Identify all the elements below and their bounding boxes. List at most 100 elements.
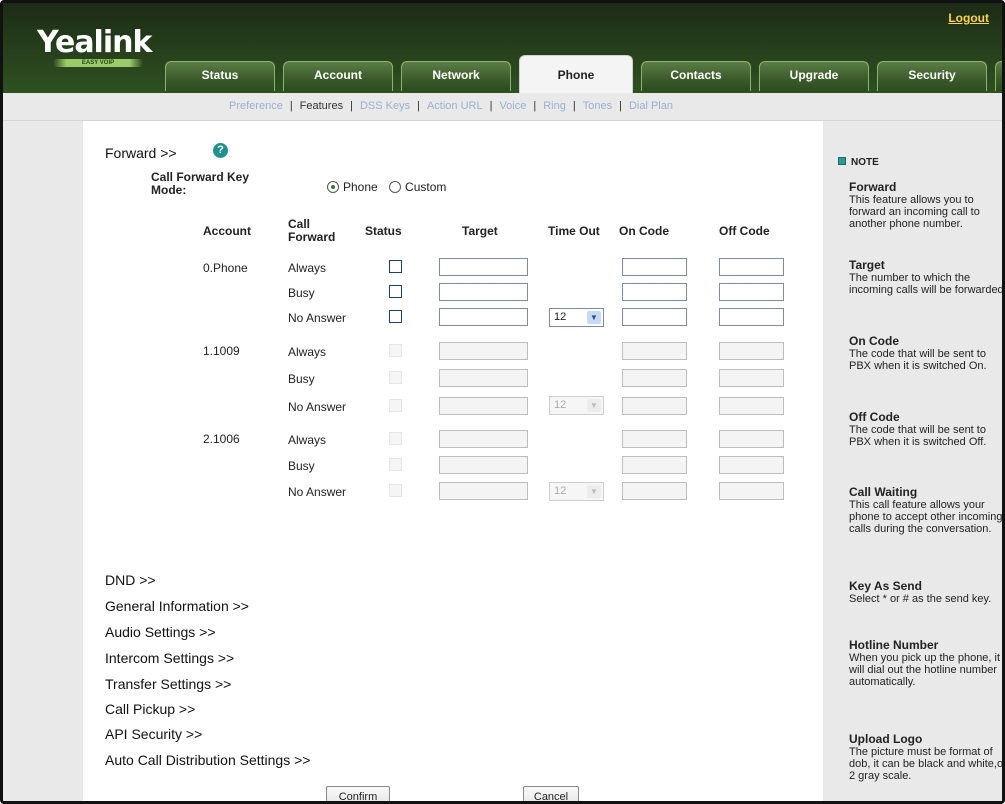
tab-network[interactable]: Network (401, 61, 511, 91)
browser-frame: Yealink EASY VOIP Logout Status Account … (0, 0, 1005, 804)
col-off-code: Off Code (719, 224, 770, 238)
sub-navigation: Preference | Features | DSS Keys | Action URL |… (3, 93, 1002, 121)
note-forward: Forward This feature allows you to forwar… (849, 180, 980, 231)
section-intercom-settings[interactable]: Intercom Settings >> (105, 650, 234, 666)
radio-phone[interactable] (327, 181, 339, 193)
status-checkbox[interactable] (389, 310, 402, 323)
account-name: 0.Phone (203, 261, 248, 275)
tab-contacts[interactable]: Contacts (641, 61, 751, 91)
off-code-input[interactable] (719, 456, 784, 474)
section-dnd[interactable]: DND >> (105, 572, 156, 588)
subnav-dial-plan[interactable]: Dial Plan (629, 100, 673, 112)
note-upload-logo: Upload Logo The picture must be format of… (849, 732, 1005, 783)
note-target: Target The number to which the incoming c… (849, 258, 1005, 297)
target-input[interactable] (439, 430, 528, 448)
subnav-preference[interactable]: Preference (229, 100, 283, 112)
forward-type-label: Busy (288, 372, 315, 386)
section-general-information[interactable]: General Information >> (105, 598, 249, 614)
chevron-down-icon: ▼ (587, 311, 601, 324)
account-name: 1.1009 (203, 344, 240, 358)
note-off-code: Off Code The code that will be sent to PB… (849, 410, 987, 449)
on-code-input[interactable] (622, 308, 687, 326)
chevron-down-icon: ▼ (587, 485, 601, 498)
target-input[interactable] (439, 397, 528, 415)
section-call-pickup[interactable]: Call Pickup >> (105, 701, 195, 717)
off-code-input[interactable] (719, 430, 784, 448)
subnav-features[interactable]: Features (300, 100, 343, 112)
on-code-input[interactable] (622, 482, 687, 500)
target-input[interactable] (439, 308, 528, 326)
help-icon[interactable]: ? (213, 143, 228, 158)
tab-status[interactable]: Status (165, 61, 275, 91)
radio-custom[interactable] (389, 181, 402, 193)
target-input[interactable] (439, 258, 528, 276)
status-checkbox[interactable] (389, 285, 402, 298)
subnav-ring[interactable]: Ring (543, 100, 566, 112)
section-transfer-settings[interactable]: Transfer Settings >> (105, 676, 231, 692)
off-code-input[interactable] (719, 308, 784, 326)
col-call-forward: Call Forward (288, 217, 336, 244)
target-input[interactable] (439, 456, 528, 474)
forward-mode-radio-group: Phone Custom (327, 180, 454, 194)
header: Yealink EASY VOIP Logout Status Account … (3, 3, 1002, 93)
section-auto-call-distribution[interactable]: Auto Call Distribution Settings >> (105, 752, 310, 768)
tab-phone[interactable]: Phone (519, 55, 633, 93)
logout-link[interactable]: Logout (948, 11, 989, 25)
logo-tagline: EASY VOIP (53, 59, 143, 67)
on-code-input[interactable] (622, 342, 687, 360)
timeout-select[interactable]: 12 ▼ (549, 396, 604, 415)
target-input[interactable] (439, 482, 528, 500)
on-code-input[interactable] (622, 430, 687, 448)
note-hotline-number: Hotline Number When you pick up the phone… (849, 638, 1001, 689)
on-code-input[interactable] (622, 397, 687, 415)
on-code-input[interactable] (622, 369, 687, 387)
yealink-logo: Yealink (37, 25, 152, 60)
confirm-button[interactable]: Confirm (326, 786, 390, 801)
status-checkbox[interactable] (389, 371, 402, 384)
status-checkbox[interactable] (389, 344, 402, 357)
tab-account[interactable]: Account (283, 61, 393, 91)
forward-type-label: Always (288, 433, 327, 447)
timeout-select[interactable]: 12 ▼ (549, 482, 604, 501)
note-call-waiting: Call Waiting This call feature allows you… (849, 485, 1003, 536)
off-code-input[interactable] (719, 369, 784, 387)
status-checkbox[interactable] (389, 484, 402, 497)
target-input[interactable] (439, 369, 528, 387)
target-input[interactable] (439, 342, 528, 360)
status-checkbox[interactable] (389, 399, 402, 412)
col-account: Account (203, 224, 251, 238)
subnav-action-url[interactable]: Action URL (427, 100, 483, 112)
off-code-input[interactable] (719, 397, 784, 415)
notes-panel: NOTE Forward This feature allows you to f… (823, 121, 1005, 801)
forward-type-label: Always (288, 345, 327, 359)
subnav-tones[interactable]: Tones (583, 100, 612, 112)
section-api-security[interactable]: API Security >> (105, 726, 202, 742)
tab-overflow[interactable] (995, 61, 1002, 91)
off-code-input[interactable] (719, 342, 784, 360)
off-code-input[interactable] (719, 258, 784, 276)
target-input[interactable] (439, 283, 528, 301)
on-code-input[interactable] (622, 258, 687, 276)
status-checkbox[interactable] (389, 432, 402, 445)
note-icon (838, 157, 846, 165)
off-code-input[interactable] (719, 283, 784, 301)
status-checkbox[interactable] (389, 260, 402, 273)
section-audio-settings[interactable]: Audio Settings >> (105, 624, 216, 640)
timeout-select[interactable]: 12 ▼ (549, 308, 604, 327)
forward-type-label: Busy (288, 286, 315, 300)
chevron-down-icon: ▼ (587, 399, 601, 412)
left-gutter (3, 121, 83, 801)
subnav-dss-keys[interactable]: DSS Keys (360, 100, 410, 112)
forward-type-label: No Answer (288, 311, 347, 325)
tab-upgrade[interactable]: Upgrade (759, 61, 869, 91)
cancel-button[interactable]: Cancel (523, 786, 579, 801)
on-code-input[interactable] (622, 283, 687, 301)
col-status: Status (365, 224, 402, 238)
subnav-voice[interactable]: Voice (499, 100, 526, 112)
tab-security[interactable]: Security (877, 61, 987, 91)
on-code-input[interactable] (622, 456, 687, 474)
status-checkbox[interactable] (389, 458, 402, 471)
forward-section-toggle[interactable]: Forward >> (105, 145, 177, 161)
off-code-input[interactable] (719, 482, 784, 500)
forward-type-label: Always (288, 261, 327, 275)
